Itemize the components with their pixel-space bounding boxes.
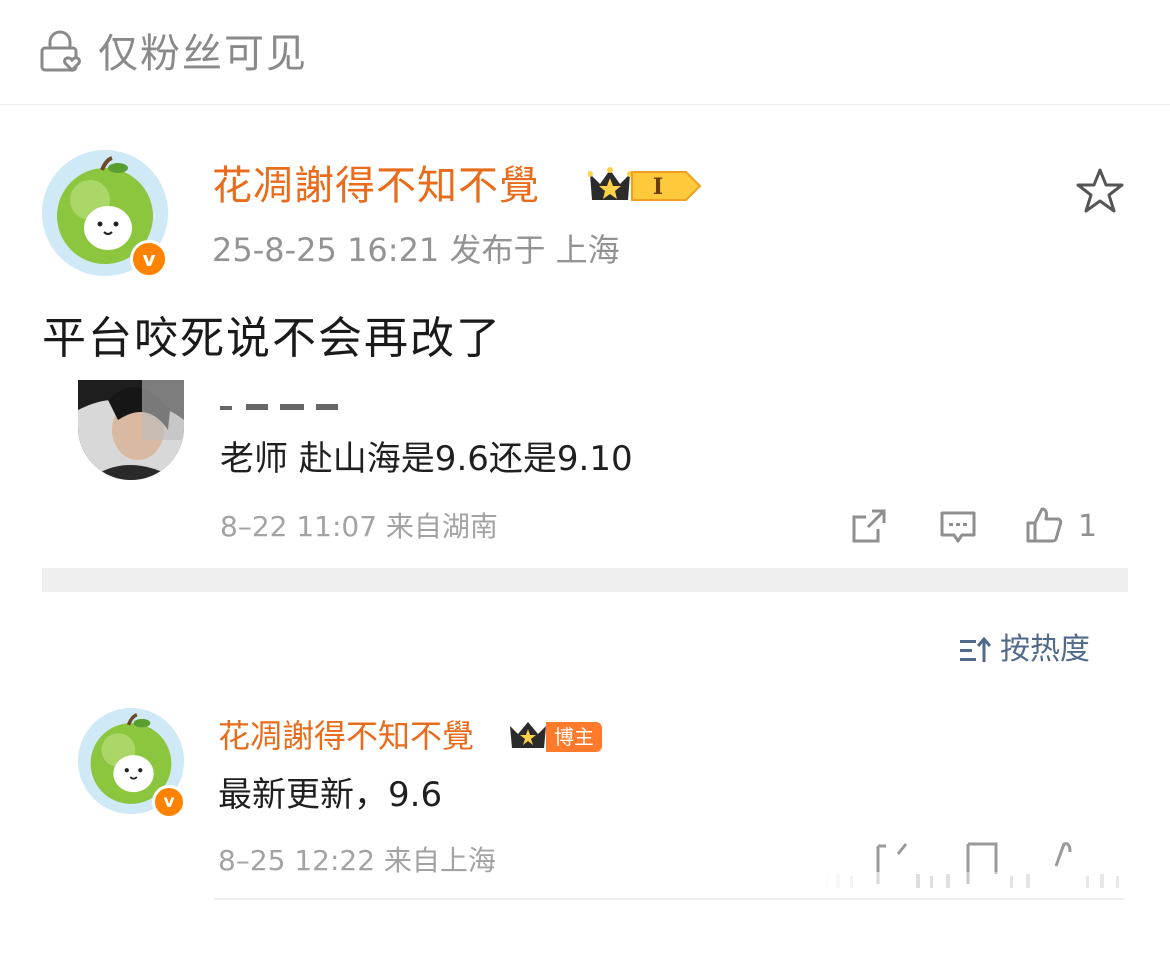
faded-action-icons xyxy=(820,842,1130,896)
section-divider xyxy=(42,568,1128,592)
comment-meta: 8–22 11:07 来自湖南 xyxy=(220,510,498,543)
lock-heart-icon xyxy=(40,30,81,73)
fan-level-text: I xyxy=(653,174,663,200)
like-icon[interactable] xyxy=(1024,505,1064,545)
reply-text: 最新更新，9.6 xyxy=(218,775,443,815)
sort-button[interactable]: 按热度 xyxy=(958,630,1090,670)
post-meta: 25-8-25 16:21 发布于 上海 xyxy=(212,231,620,269)
blogger-tag: 博主 xyxy=(546,722,602,752)
like-count: 1 xyxy=(1078,509,1098,544)
share-icon[interactable] xyxy=(850,507,890,547)
bottom-divider xyxy=(214,898,1124,900)
reply-verified-badge: v xyxy=(152,785,186,819)
star-icon[interactable] xyxy=(1074,166,1126,218)
post-text: 平台咬死说不会再改了 xyxy=(42,313,502,364)
crown-icon xyxy=(510,722,546,748)
reply-meta: 8–25 12:22 来自上海 xyxy=(218,844,496,877)
reply-author-name[interactable]: 花凋謝得不知不覺 xyxy=(218,714,474,758)
cropped-text-fragment xyxy=(220,404,338,410)
author-name[interactable]: 花凋謝得不知不覺 xyxy=(212,160,540,212)
commenter-avatar[interactable] xyxy=(78,380,184,480)
verified-badge: v xyxy=(130,240,168,278)
sort-label: 按热度 xyxy=(1000,632,1090,667)
comment-icon[interactable] xyxy=(938,507,978,547)
visibility-label: 仅粉丝可见 xyxy=(98,31,308,77)
comment-text: 老师 赴山海是9.6还是9.10 xyxy=(220,439,633,479)
sort-icon xyxy=(960,636,992,662)
fan-level-badge: I xyxy=(588,167,702,201)
